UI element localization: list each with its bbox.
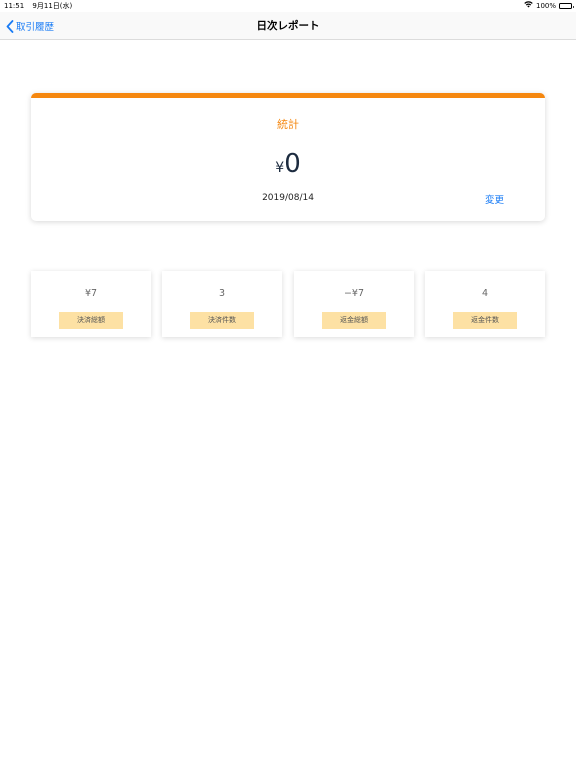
stat-label: 返金総額 — [322, 312, 386, 329]
battery-icon — [559, 3, 574, 9]
stat-value: 4 — [481, 288, 489, 299]
stat-value: ¥7 — [84, 288, 98, 299]
summary-amount: ¥0 — [31, 148, 545, 184]
navigation-bar: 取引履歴 日次レポート — [0, 12, 576, 40]
status-left: 11:51 9月11日(水) — [4, 0, 72, 12]
stat-card-payment-total: ¥7 決済総額 — [31, 271, 151, 337]
stat-card-payment-count: 3 決済件数 — [162, 271, 282, 337]
stat-value: 3 — [218, 288, 226, 299]
summary-accent-bar — [31, 93, 545, 98]
stat-label: 返金件数 — [453, 312, 517, 329]
stat-card-refund-count: 4 返金件数 — [425, 271, 545, 337]
summary-date: 2019/08/14 — [262, 193, 314, 203]
amount-value: 0 — [284, 149, 301, 179]
stat-label: 決済件数 — [190, 312, 254, 329]
stat-value: −¥7 — [343, 288, 365, 299]
change-date-button[interactable]: 変更 — [485, 192, 504, 206]
status-right: 100% — [524, 0, 574, 12]
summary-card: 統計 ¥0 2019/08/14 変更 — [31, 93, 545, 221]
page-title: 日次レポート — [256, 20, 320, 32]
stat-label: 決済総額 — [59, 312, 123, 329]
stat-card-refund-total: −¥7 返金総額 — [294, 271, 414, 337]
status-time: 11:51 — [4, 2, 25, 10]
summary-title: 統計 — [277, 118, 299, 131]
currency-symbol: ¥ — [275, 160, 285, 176]
battery-percent: 100% — [535, 2, 556, 10]
status-date: 9月11日(水) — [32, 2, 73, 10]
wifi-icon — [524, 0, 533, 12]
status-bar: 11:51 9月11日(水) 100% — [0, 0, 576, 12]
